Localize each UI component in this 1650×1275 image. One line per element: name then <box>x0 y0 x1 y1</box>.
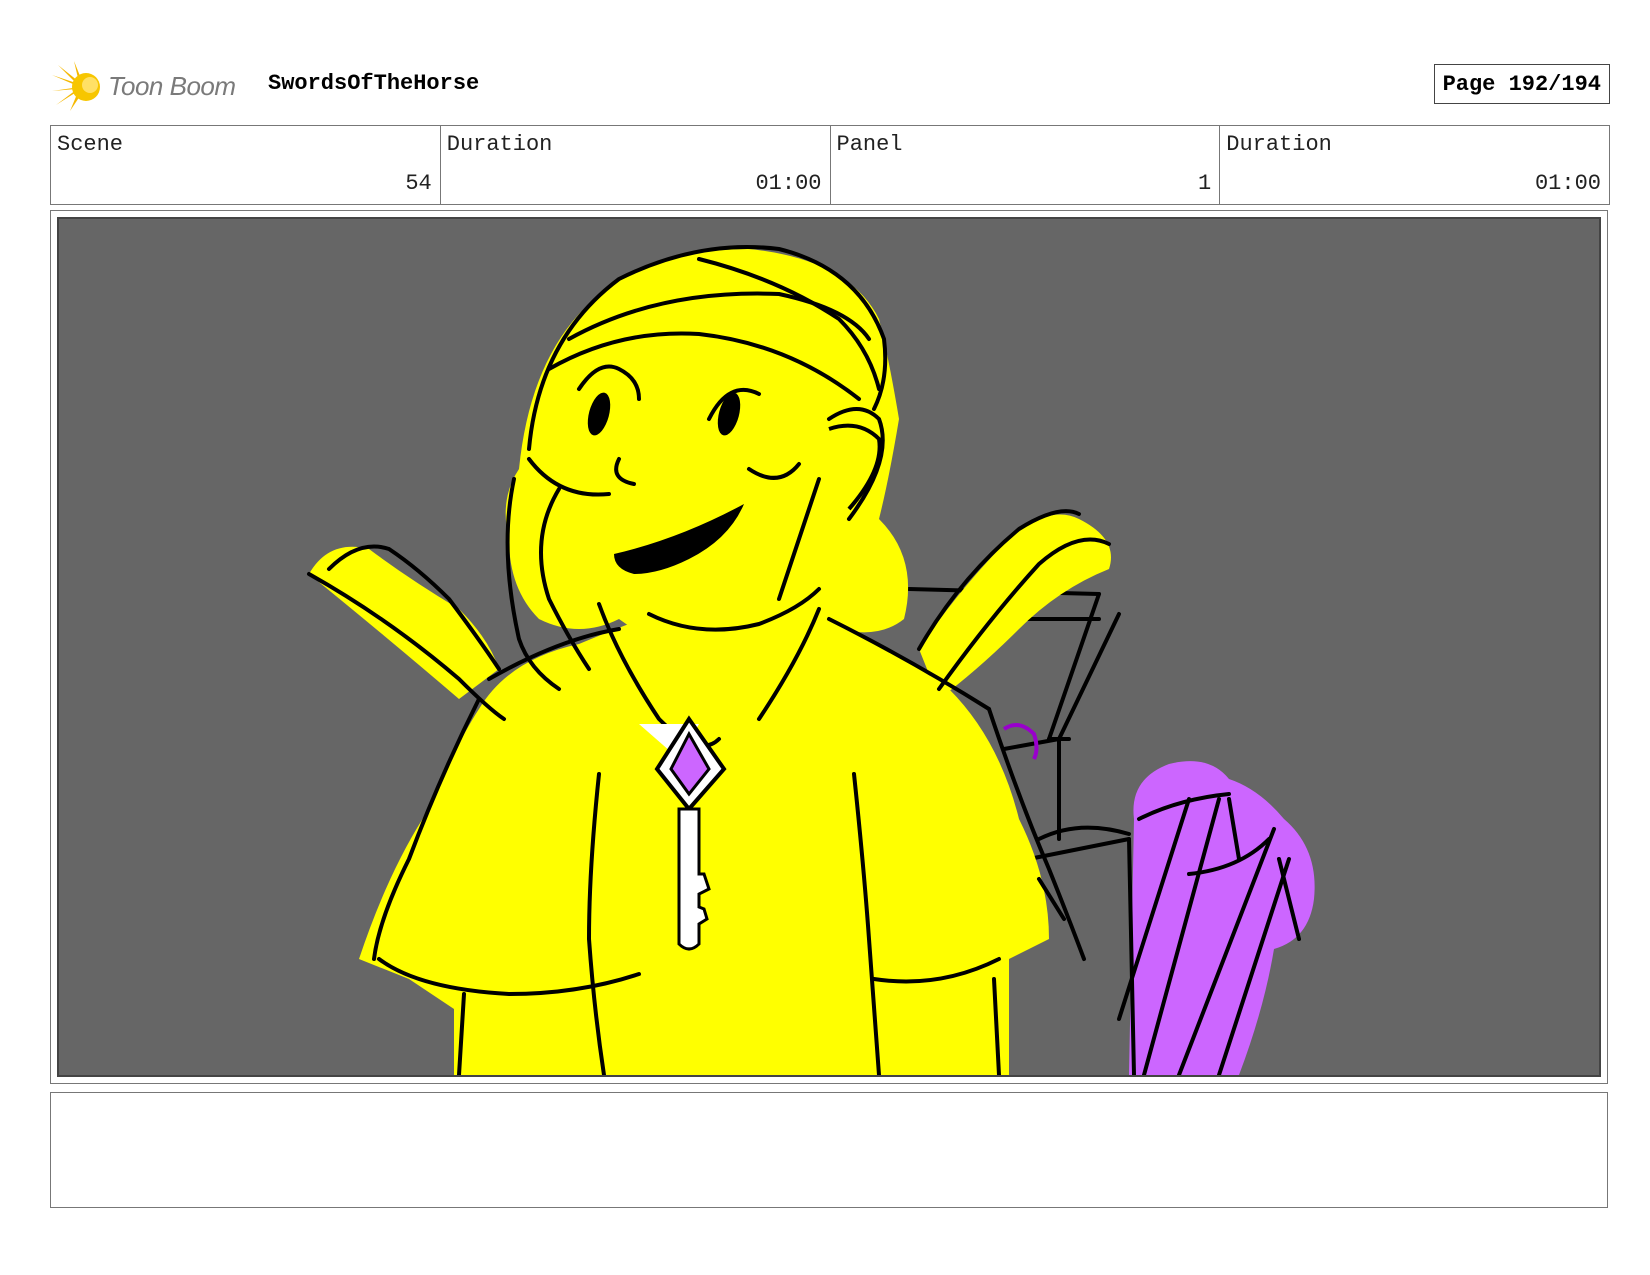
panel-image <box>57 217 1601 1077</box>
panel-info-table: Scene 54 Duration 01:00 Panel 1 Duration… <box>50 125 1610 205</box>
character-sketch <box>307 245 1111 1075</box>
page-indicator: Page 192/194 <box>1433 64 1610 104</box>
panel-duration-value: 01:00 <box>1534 171 1601 196</box>
starburst-icon <box>52 61 100 111</box>
panel-label: Panel <box>836 132 903 157</box>
scene-value: 54 <box>405 171 432 196</box>
panel-duration-cell: Duration 01:00 <box>1220 126 1609 204</box>
scene-cell: Scene 54 <box>51 126 441 204</box>
storyboard-drawing <box>307 245 1315 1075</box>
project-title: SwordsOfTheHorse <box>268 71 480 96</box>
panel-duration-label: Duration <box>1226 132 1332 157</box>
panel-value: 1 <box>1198 171 1212 196</box>
panel-frame <box>50 210 1608 1084</box>
logo-text: Toon Boom <box>108 71 236 101</box>
panel-cell: Panel 1 <box>831 126 1221 204</box>
panel-notes <box>50 1092 1608 1208</box>
toon-boom-logo: Toon Boom <box>50 61 250 113</box>
scene-label: Scene <box>57 132 124 157</box>
storyboard-header: Toon Boom SwordsOfTheHorse Page 192/194 <box>50 55 1610 115</box>
purple-object <box>1117 761 1315 1075</box>
scene-duration-value: 01:00 <box>755 171 822 196</box>
scene-duration-label: Duration <box>446 132 553 157</box>
scene-duration-cell: Duration 01:00 <box>441 126 831 204</box>
